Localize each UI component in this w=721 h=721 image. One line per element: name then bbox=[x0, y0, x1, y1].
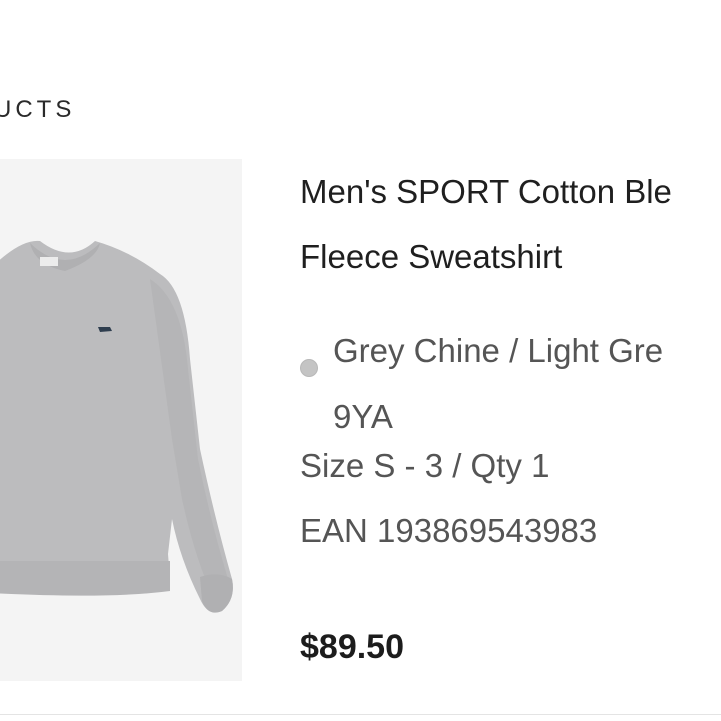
color-code: 9YA bbox=[333, 398, 393, 435]
color-label: Grey Chine / Light Gre 9YA bbox=[333, 318, 663, 450]
product-price: $89.50 bbox=[300, 628, 404, 666]
size-quantity: Size S - 3 / Qty 1 bbox=[300, 447, 550, 484]
ean-code: EAN 193869543983 bbox=[300, 512, 598, 549]
color-swatch bbox=[300, 359, 318, 377]
divider bbox=[0, 714, 721, 715]
product-title-line-2[interactable]: Fleece Sweatshirt bbox=[300, 238, 562, 276]
order-products-page: UCTS Men's SPORT Cotton Ble Fleece Sweat… bbox=[0, 0, 721, 721]
color-name: Grey Chine / Light Gre bbox=[333, 332, 664, 369]
product-image[interactable] bbox=[0, 159, 242, 681]
section-heading: UCTS bbox=[0, 96, 76, 123]
product-title-line-1[interactable]: Men's SPORT Cotton Ble bbox=[300, 173, 672, 211]
sweatshirt-image bbox=[0, 240, 233, 613]
